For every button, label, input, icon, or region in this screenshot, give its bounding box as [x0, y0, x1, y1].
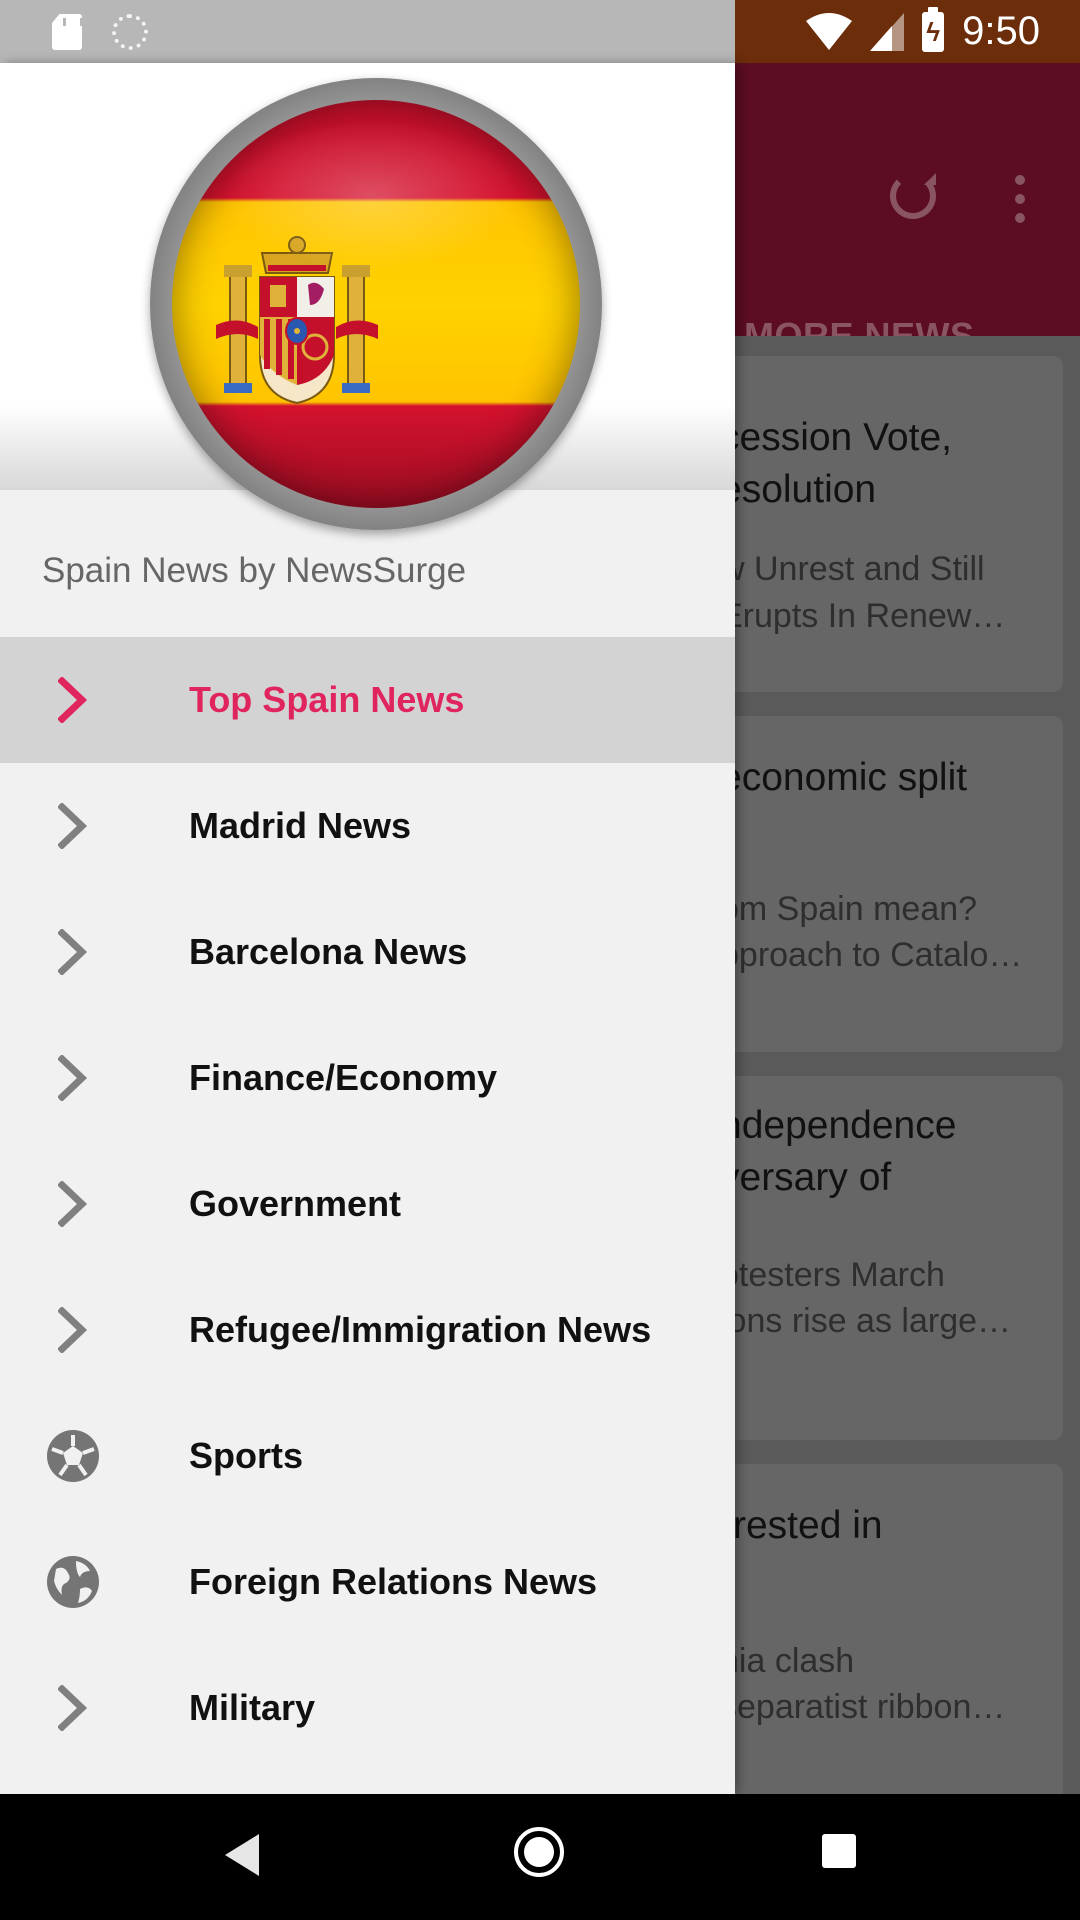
overflow-menu-icon[interactable] — [1015, 175, 1025, 223]
drawer-item-foreign-relations-news[interactable]: Foreign Relations News — [0, 1519, 735, 1645]
drawer-item-military[interactable]: Military — [0, 1645, 735, 1771]
drawer-menu: Top Spain News Madrid News Barcelona New… — [0, 637, 735, 1771]
chevron-right-icon — [45, 1680, 101, 1736]
news-card-body-line: nia clash — [720, 1642, 855, 1680]
refresh-icon[interactable] — [890, 173, 936, 219]
news-card-body-line: pproach to Catalo… — [720, 936, 1023, 974]
spain-flag-disc — [172, 100, 580, 508]
chevron-right-icon — [45, 1176, 101, 1232]
drawer-item-label: Madrid News — [189, 805, 412, 846]
news-card-title-line: versary of — [720, 1156, 892, 1199]
drawer-item-refugee-immigration-news[interactable]: Refugee/Immigration News — [0, 1267, 735, 1393]
drawer-item-government[interactable]: Government — [0, 1141, 735, 1267]
drawer-item-label: Military — [189, 1687, 316, 1728]
clock: 9:50 — [962, 9, 1040, 53]
news-card-body-line: ions rise as large… — [720, 1302, 1012, 1340]
soccer-ball-icon — [45, 1428, 101, 1484]
chevron-right-icon — [45, 1050, 101, 1106]
drawer-item-label: Foreign Relations News — [189, 1561, 598, 1602]
news-card-title-line: ndependence — [720, 1104, 957, 1147]
drawer-item-label: Government — [189, 1183, 402, 1224]
news-card-title-line: esolution — [720, 468, 877, 511]
drawer-item-sports[interactable]: Sports — [0, 1393, 735, 1519]
coat-of-arms-icon — [216, 236, 378, 405]
status-bar: ϟ 9:50 — [0, 0, 1080, 63]
news-card-title-line: economic split — [720, 756, 968, 799]
navigation-drawer: Spain News by NewsSurge Top Spain News M… — [0, 63, 735, 1794]
drawer-app-name: Spain News by NewsSurge — [42, 551, 467, 590]
drawer-item-finance-economy[interactable]: Finance/Economy — [0, 1015, 735, 1141]
news-card[interactable]: cession Vote, esolution w Unrest and Sti… — [720, 356, 1063, 692]
signal-icon — [870, 12, 905, 51]
home-icon[interactable] — [514, 1827, 564, 1877]
chevron-right-icon — [45, 924, 101, 980]
drawer-item-label: Top Spain News — [189, 679, 465, 720]
drawer-item-top-spain-news[interactable]: Top Spain News — [0, 637, 735, 763]
news-card-body-line: om Spain mean? — [720, 890, 978, 928]
news-card-body-line: otesters March — [720, 1256, 945, 1294]
news-card-body-line: separatist ribbon… — [720, 1688, 1006, 1726]
news-card-body-line: w Unrest and Still — [720, 550, 985, 588]
wifi-icon — [806, 12, 853, 50]
news-card-title-line: rrested in — [720, 1504, 883, 1547]
chevron-right-icon — [45, 672, 101, 728]
drawer-item-label: Refugee/Immigration News — [189, 1309, 652, 1350]
system-nav-bar — [0, 1794, 1080, 1920]
news-card[interactable]: economic split om Spain mean? pproach to… — [720, 716, 1063, 1052]
sync-icon — [112, 14, 148, 50]
drawer-item-label: Sports — [189, 1435, 304, 1476]
news-card-title-line: cession Vote, — [720, 416, 952, 459]
status-bar-left — [0, 0, 735, 63]
news-card-body-line: Erupts In Renew… — [720, 597, 1006, 635]
news-card[interactable]: ndependence versary of otesters March io… — [720, 1076, 1063, 1440]
sd-card-icon — [52, 14, 82, 50]
chevron-right-icon — [45, 798, 101, 854]
globe-icon — [45, 1554, 101, 1610]
drawer-item-madrid-news[interactable]: Madrid News — [0, 763, 735, 889]
spain-flag-logo — [150, 78, 602, 530]
status-icons: ϟ 9:50 — [806, 0, 1040, 63]
news-card[interactable]: rrested in nia clash separatist ribbon… — [720, 1464, 1063, 1804]
back-icon[interactable] — [225, 1834, 259, 1876]
recent-apps-icon[interactable] — [822, 1834, 856, 1868]
drawer-header — [0, 63, 735, 530]
chevron-right-icon — [45, 1302, 101, 1358]
drawer-item-label: Barcelona News — [189, 931, 468, 972]
battery-bolt: ϟ — [926, 16, 941, 47]
drawer-item-label: Finance/Economy — [189, 1057, 498, 1098]
battery-charging-icon: ϟ — [922, 6, 945, 52]
drawer-item-barcelona-news[interactable]: Barcelona News — [0, 889, 735, 1015]
